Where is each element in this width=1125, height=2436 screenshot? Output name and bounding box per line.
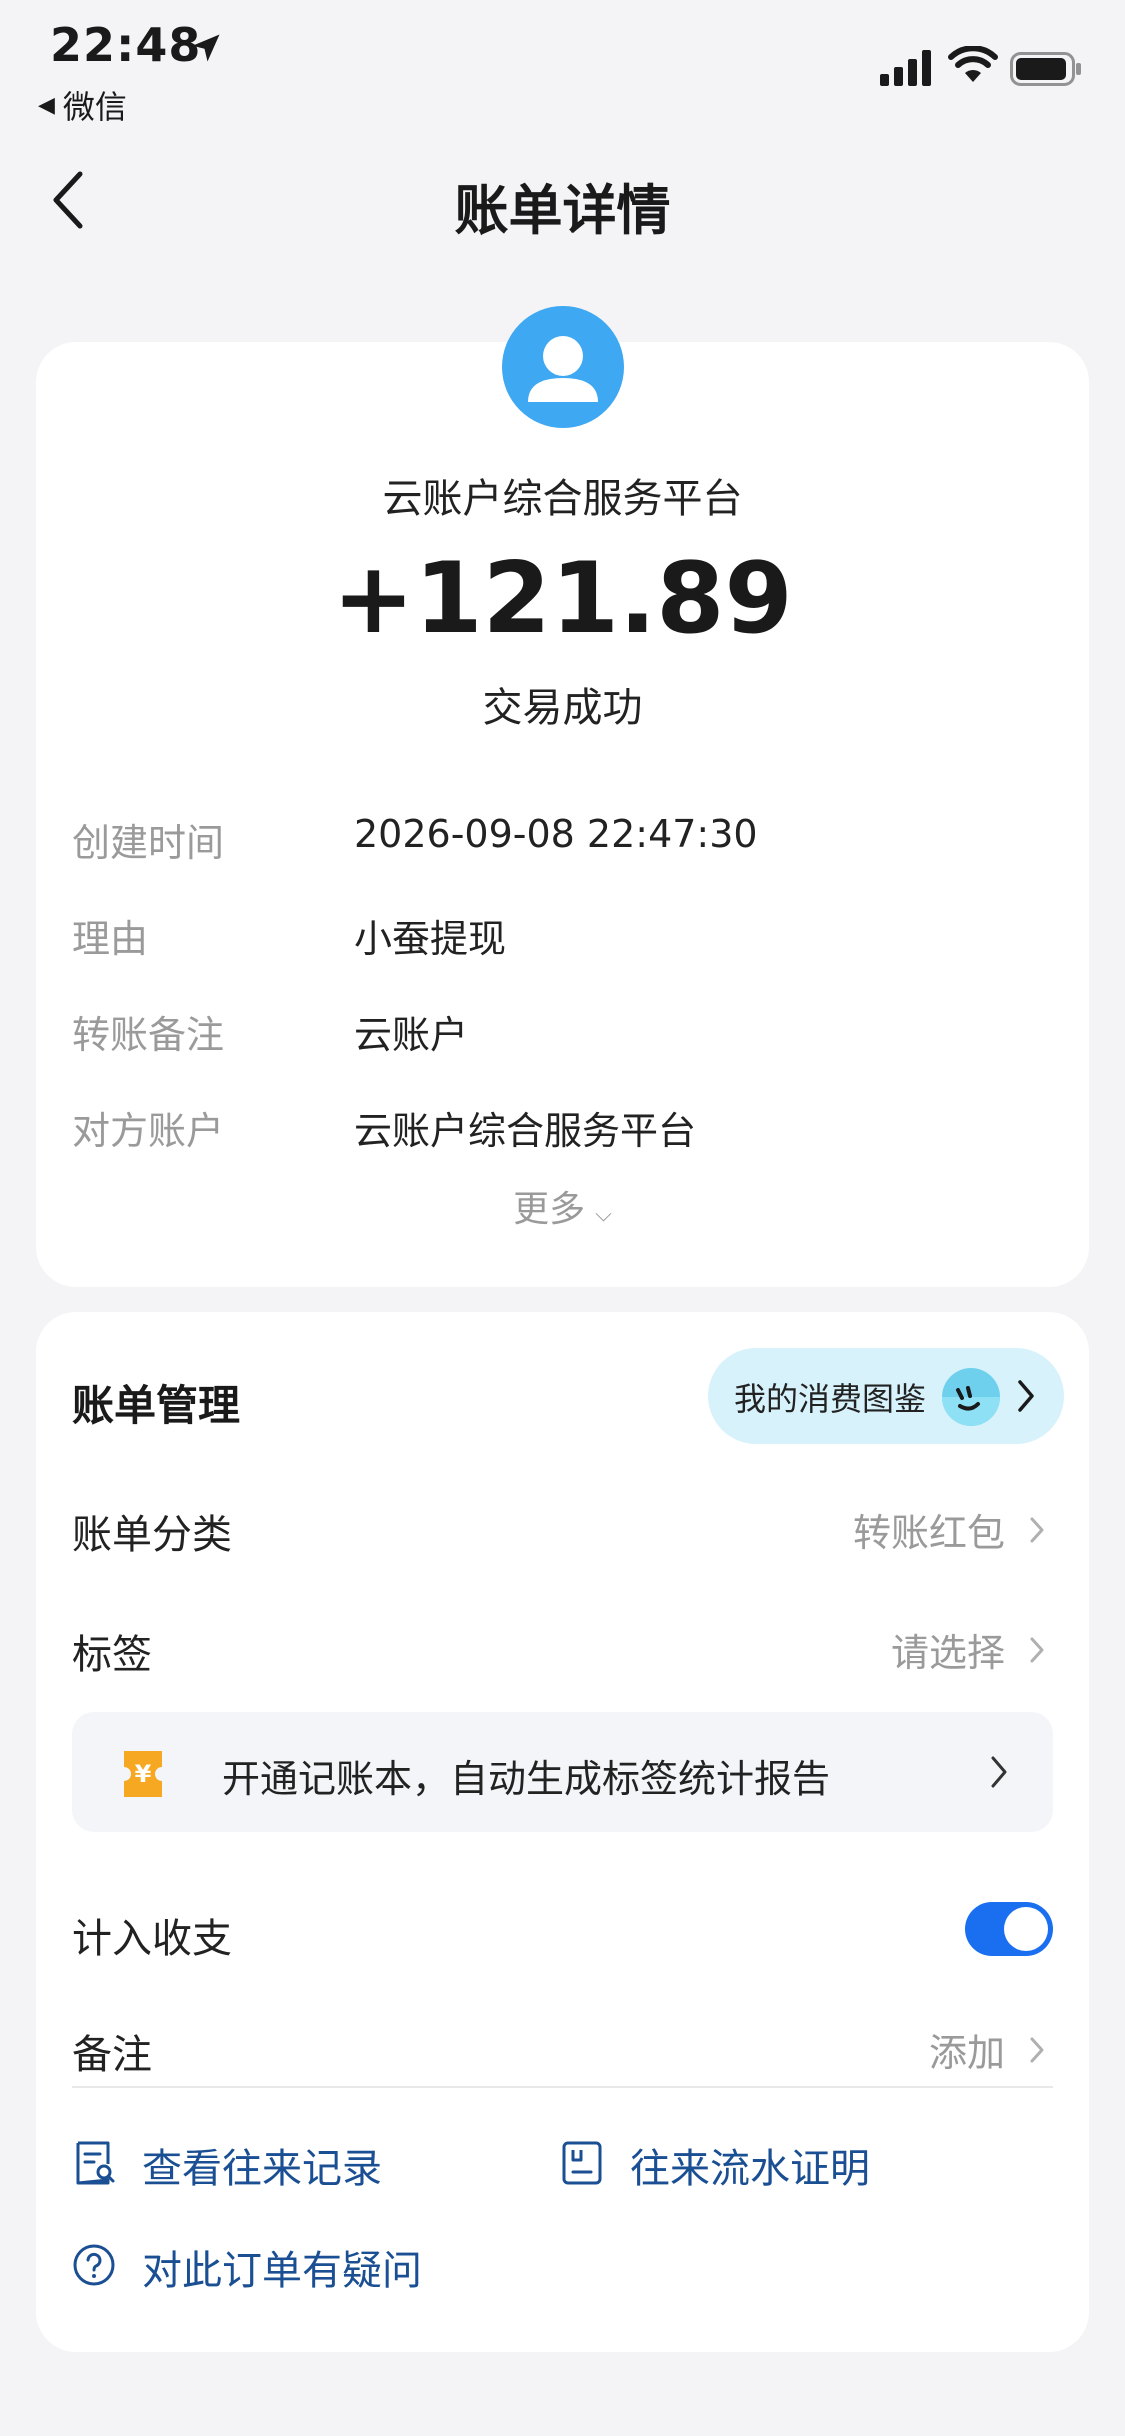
chevron-right-icon: [1030, 1637, 1044, 1663]
detail-label: 对方账户: [72, 1109, 225, 1153]
detail-value: 云账户: [354, 1013, 469, 1057]
ledger-promo-banner[interactable]: ¥ 开通记账本，自动生成标签统计报告: [72, 1712, 1053, 1832]
back-to-app[interactable]: ◀ 微信: [38, 82, 127, 128]
tag-row[interactable]: 标签 请选择: [36, 1606, 1089, 1686]
promo-icon-char: ¥: [135, 1760, 152, 1788]
battery-icon: [1010, 52, 1081, 86]
chevron-right-icon: [1018, 1380, 1034, 1412]
status-bar: 22:48 ◀ 微信: [0, 0, 1125, 130]
more-label: 更多: [513, 1189, 586, 1230]
chevron-down-icon: ⌵: [595, 1202, 612, 1227]
avatar: [502, 306, 624, 428]
toggle-knob: [1004, 1907, 1048, 1951]
section-title: 账单管理: [72, 1381, 241, 1430]
promo-text: 开通记账本，自动生成标签统计报告: [222, 1757, 831, 1801]
consumption-guide-button[interactable]: 我的消费图鉴: [708, 1348, 1064, 1444]
row-value: 添加: [928, 2031, 1005, 2075]
transaction-proof-link[interactable]: 往来流水证明: [560, 2132, 980, 2192]
row-value: 转账红包: [852, 1511, 1005, 1555]
navigation-bar: 账单详情: [0, 150, 1125, 250]
transaction-status: 交易成功: [482, 685, 643, 731]
detail-value: 2026-09-08 22:47:30: [354, 812, 758, 856]
row-label: 备注: [72, 2032, 152, 2078]
ledger-yuan-icon: ¥: [124, 1751, 162, 1797]
link-label: 查看往来记录: [142, 2146, 382, 2192]
include-in-budget-row: 计入收支: [36, 1890, 1089, 1970]
counterparty-name: 云账户综合服务平台: [382, 476, 743, 522]
detail-value: 小蚕提现: [354, 917, 507, 961]
row-value: 请选择: [890, 1631, 1005, 1675]
bill-detail-page: 22:48 ◀ 微信 账单详情 云账户综合服务平台 +121.89 交易成功 创…: [0, 0, 1125, 2436]
bill-category-row[interactable]: 账单分类 转账红包: [36, 1486, 1089, 1566]
guide-label: 我的消费图鉴: [734, 1380, 927, 1418]
question-circle-icon: [73, 2244, 115, 2286]
row-label: 标签: [72, 1632, 152, 1678]
note-row[interactable]: 备注 添加: [36, 2006, 1089, 2086]
row-label: 账单分类: [72, 1512, 232, 1558]
divider: [72, 2086, 1053, 2088]
more-button[interactable]: 更多 ⌵: [36, 1180, 1089, 1232]
link-label: 往来流水证明: [630, 2146, 870, 2192]
record-search-icon: [76, 2141, 115, 2185]
detail-label: 创建时间: [72, 821, 225, 865]
detail-value: 云账户综合服务平台: [354, 1109, 697, 1153]
transaction-amount: +121.89: [332, 542, 793, 656]
back-app-label: 微信: [62, 88, 127, 126]
detail-label: 理由: [72, 917, 149, 961]
order-question-link[interactable]: 对此订单有疑问: [72, 2234, 572, 2294]
user-silhouette-icon: [528, 336, 598, 402]
wifi-icon: [948, 46, 998, 82]
mascot-face-icon: [942, 1368, 1000, 1426]
detail-row-created-time: 创建时间 2026-09-08 22:47:30: [36, 804, 1089, 865]
row-label: 计入收支: [72, 1916, 232, 1962]
link-label: 对此订单有疑问: [142, 2248, 422, 2294]
status-time: 22:48: [50, 18, 202, 72]
chevron-right-icon: [1030, 2037, 1044, 2063]
back-triangle-icon: ◀: [38, 92, 55, 118]
detail-row-transfer-note: 转账备注 云账户: [36, 996, 1089, 1057]
detail-label: 转账备注: [72, 1013, 225, 1057]
detail-row-reason: 理由 小蚕提现: [36, 900, 1089, 961]
cellular-signal-icon: [880, 50, 931, 86]
view-history-link[interactable]: 查看往来记录: [72, 2132, 492, 2192]
transaction-detail-card: 云账户综合服务平台 +121.89 交易成功 创建时间 2026-09-08 2…: [36, 306, 1089, 1287]
chevron-right-icon: [1030, 1517, 1044, 1543]
include-in-budget-toggle[interactable]: [965, 1902, 1053, 1956]
certificate-icon: [562, 2141, 602, 2185]
bill-management-card: 账单管理 我的消费图鉴 账单分类 转账红包 标签 请选择 ¥ 开通记账本，自动生…: [36, 1312, 1089, 2352]
chevron-right-icon: [991, 1756, 1007, 1788]
location-arrow-icon: [192, 34, 220, 62]
detail-row-counterparty-account: 对方账户 云账户综合服务平台: [36, 1092, 1089, 1153]
page-title: 账单详情: [454, 179, 671, 242]
